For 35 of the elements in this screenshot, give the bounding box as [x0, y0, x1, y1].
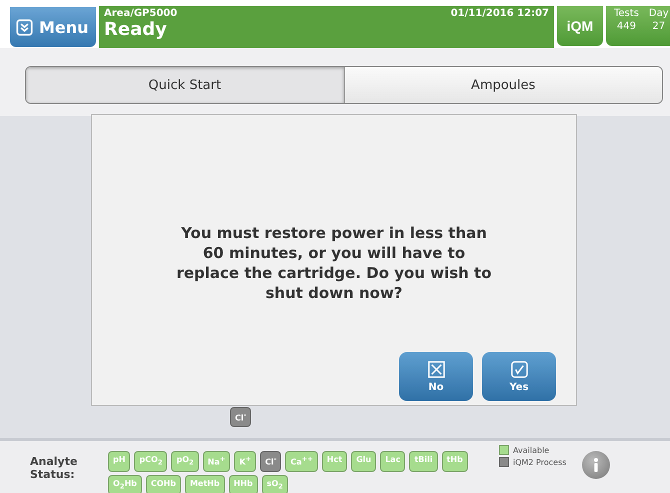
menu-button[interactable]: Menu	[10, 7, 96, 47]
analyte-chip: Cl$^{-}$	[230, 407, 252, 427]
date-time: 01/11/2016 12:07	[450, 8, 549, 21]
legend-label: Available	[513, 446, 550, 454]
analyte-chip: Cl$^{-}$	[260, 451, 282, 472]
analyte-chip: tHb	[442, 451, 468, 472]
iqm-button[interactable]: iQM	[557, 6, 603, 46]
location-label: Area/GP5000	[104, 8, 178, 19]
counter-value: 449	[616, 21, 637, 32]
no-button[interactable]: No	[399, 352, 473, 401]
analyte-chip: Glu	[351, 451, 376, 472]
counter-label: Tests	[614, 8, 639, 19]
analyte-chip: pO$_{2}$	[171, 451, 199, 472]
analyte-chip: K$^{+}$	[234, 451, 256, 472]
analyte-chip: Na$^{+}$	[202, 451, 230, 472]
analyte-chip: pH	[108, 451, 130, 472]
status-label: Ready	[104, 19, 168, 41]
analyte-chip: pCO$_{2}$	[134, 451, 168, 472]
legend-label: iQM2 Process	[513, 458, 566, 466]
yes-button[interactable]: Yes	[482, 352, 556, 401]
analyte-chip: COHb	[146, 474, 181, 493]
analyte-status-label: Analyte Status:	[30, 455, 78, 481]
analyte-chip: sO$_{2}$	[262, 474, 288, 493]
dialog-message: You must restore power in less than 60 minutes, or you will have to replace the cartridge. Do you wish to shut down now?	[175, 223, 493, 303]
analyte-chip: Lac	[380, 451, 406, 472]
analyte-chip: Hct	[322, 451, 348, 472]
analyte-chip: tBili	[409, 451, 438, 472]
analyte-chip: O$_{2}$Hb	[108, 474, 142, 493]
analyte-chip: MetHb	[184, 474, 225, 493]
analyte-chip: Ca$^{++}$	[285, 451, 318, 472]
counter-value: 27	[651, 21, 666, 32]
analyte-chip: HHb	[228, 474, 258, 493]
tab[interactable]: Quick Start	[26, 67, 344, 103]
counter-label: Day	[648, 8, 669, 19]
tab[interactable]: Ampoules	[344, 67, 662, 103]
